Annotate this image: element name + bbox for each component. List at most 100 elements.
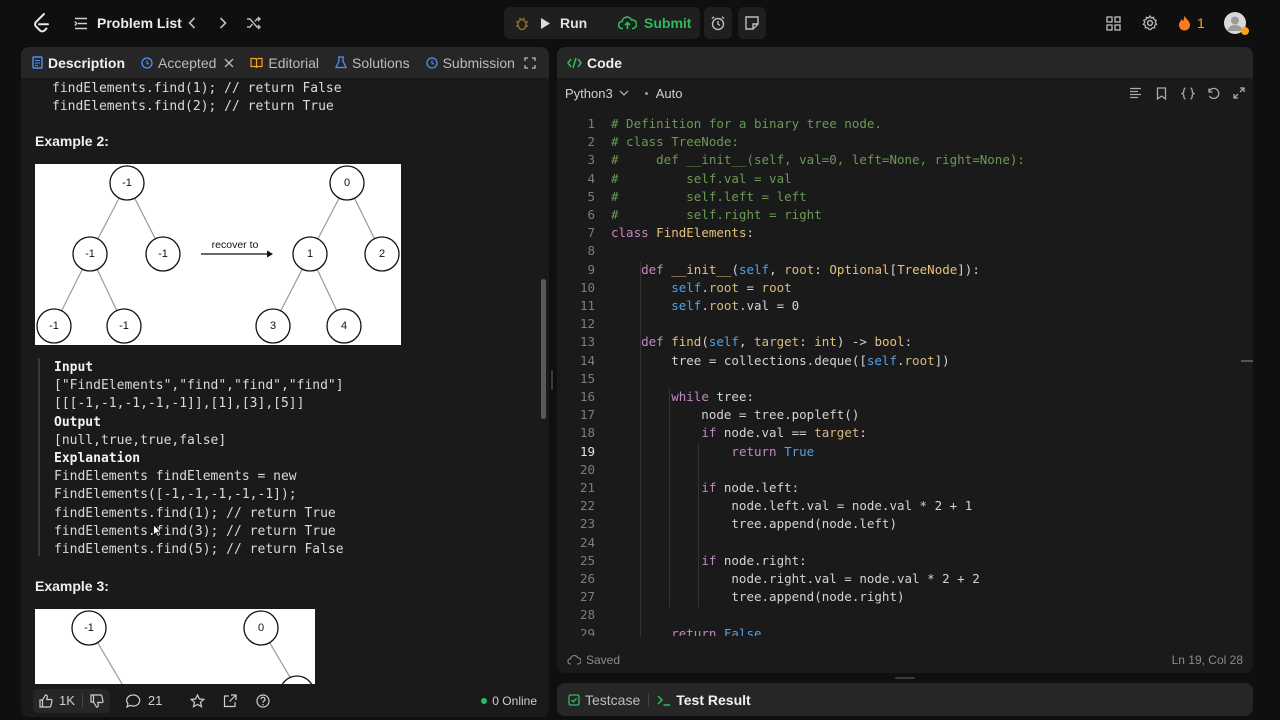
- random-problem-button[interactable]: [244, 0, 264, 46]
- thumbs-down-icon[interactable]: [90, 693, 104, 708]
- description-scrollbar[interactable]: [541, 279, 546, 419]
- tab-description[interactable]: Description: [32, 47, 125, 78]
- code-editor[interactable]: 1 # Definition for a binary tree node. 2 # …: [557, 116, 1237, 636]
- tab-code[interactable]: Code: [567, 47, 622, 78]
- line-number: 12: [579, 316, 595, 332]
- tab-description-label: Description: [48, 54, 126, 71]
- help-icon[interactable]: [256, 693, 270, 708]
- code-line[interactable]: 26 node.right.val = node.val * 2 + 2: [557, 571, 1237, 589]
- code-line[interactable]: 20: [557, 462, 1237, 480]
- notification-dot: [1241, 27, 1249, 35]
- settings-button[interactable]: [1141, 0, 1159, 46]
- description-footer: 1K 21 0 Online: [21, 684, 549, 717]
- tab-accepted[interactable]: Accepted: [141, 47, 234, 78]
- code-line[interactable]: 27 tree.append(node.right): [557, 589, 1237, 607]
- debug-icon[interactable]: [504, 16, 540, 31]
- code-line[interactable]: 4 # self.val = val: [557, 171, 1237, 189]
- code-line[interactable]: 12: [557, 316, 1237, 334]
- autocomplete-mode[interactable]: Auto: [656, 86, 683, 101]
- close-tab-icon[interactable]: [224, 58, 234, 68]
- submit-button[interactable]: Submit: [608, 15, 691, 31]
- code-line[interactable]: 17 node = tree.popleft(): [557, 407, 1237, 425]
- code-line[interactable]: 18 if node.val == target:: [557, 425, 1237, 443]
- code-line[interactable]: 22 node.left.val = node.val * 2 + 1: [557, 498, 1237, 516]
- code-line[interactable]: 21 if node.left:: [557, 480, 1237, 498]
- code-line[interactable]: 24: [557, 535, 1237, 553]
- like-button[interactable]: 1K: [33, 688, 110, 713]
- layout-button[interactable]: [1104, 0, 1122, 46]
- format-icon[interactable]: [1129, 87, 1142, 99]
- run-button[interactable]: Run: [540, 15, 608, 31]
- tab-editorial[interactable]: Editorial: [250, 47, 319, 78]
- fullscreen-icon[interactable]: [1233, 87, 1245, 99]
- input-line: [[[-1,-1,-1,-1,-1]],[1],[3],[5]]: [54, 396, 305, 411]
- line-number: 23: [579, 516, 595, 532]
- line-number: 7: [587, 225, 595, 241]
- comments-button[interactable]: 21: [125, 693, 162, 708]
- line-number: 17: [579, 407, 595, 423]
- code-line[interactable]: 14 tree = collections.deque([self.root]): [557, 353, 1237, 371]
- tab-test-result-label: Test Result: [676, 691, 751, 708]
- code-line[interactable]: 10 self.root = root: [557, 280, 1237, 298]
- tab-submission[interactable]: Submission: [425, 47, 515, 78]
- cloud-check-icon: [567, 655, 581, 665]
- line-number: 15: [579, 370, 595, 386]
- leetcode-logo-icon[interactable]: [30, 0, 52, 46]
- next-problem-button[interactable]: [215, 0, 231, 46]
- notes-button[interactable]: [738, 7, 766, 39]
- prev-problem-button[interactable]: [184, 0, 200, 46]
- code-line[interactable]: 1 # Definition for a binary tree node.: [557, 116, 1237, 134]
- online-dot: [481, 697, 488, 704]
- code-line[interactable]: 13 def find(self, target: int) -> bool:: [557, 334, 1237, 352]
- tree-node: 2: [379, 248, 385, 260]
- tab-test-result[interactable]: Test Result: [657, 683, 751, 716]
- code-line[interactable]: 15: [557, 371, 1237, 389]
- language-select[interactable]: Python3: [565, 86, 629, 101]
- braces-icon[interactable]: [1181, 86, 1195, 100]
- line-number: 29: [579, 625, 595, 636]
- code-text: node.left.val = node.val * 2 + 1: [611, 498, 973, 514]
- reset-icon[interactable]: [1207, 87, 1220, 100]
- code-toolbar: Python3 Auto: [557, 78, 1253, 108]
- code-line[interactable]: 19 return True: [557, 444, 1237, 462]
- code-line[interactable]: 23 tree.append(node.left): [557, 516, 1237, 534]
- star-icon[interactable]: [190, 693, 206, 708]
- code-line[interactable]: 2 # class TreeNode:: [557, 134, 1237, 152]
- code-tab-bar: Code: [557, 47, 1253, 78]
- timer-button[interactable]: [704, 7, 732, 39]
- code-line[interactable]: 9 def __init__(self, root: Optional[Tree…: [557, 262, 1237, 280]
- code-line[interactable]: 25 if node.right:: [557, 553, 1237, 571]
- vertical-resize-handle[interactable]: [551, 370, 553, 390]
- maximize-icon[interactable]: [524, 56, 536, 69]
- bookmark-icon[interactable]: [1156, 86, 1167, 100]
- tab-testcase[interactable]: Testcase: [568, 683, 640, 716]
- line-number: 6: [587, 207, 595, 222]
- line-number: 4: [587, 170, 595, 186]
- panel-resize-handle[interactable]: [895, 677, 915, 679]
- book-icon: [250, 57, 263, 69]
- share-icon[interactable]: [223, 693, 237, 708]
- tree-node: 4: [341, 320, 347, 332]
- code-line[interactable]: 16 while tree:: [557, 389, 1237, 407]
- code-line[interactable]: 6 # self.right = right: [557, 207, 1237, 225]
- tab-solutions[interactable]: Solutions: [334, 47, 410, 78]
- avatar[interactable]: [1224, 0, 1249, 46]
- code-line[interactable]: 5 # self.left = left: [557, 189, 1237, 207]
- alarm-clock-icon: [710, 15, 726, 31]
- code-line[interactable]: 7 class FindElements:: [557, 225, 1237, 243]
- code-line[interactable]: 3 # def __init__(self, val=0, left=None, …: [557, 152, 1237, 170]
- code-text: return False: [671, 625, 762, 636]
- code-line[interactable]: 28: [557, 607, 1237, 625]
- line-number: 9: [587, 261, 595, 277]
- chevron-right-icon: [219, 17, 227, 29]
- run-label: Run: [560, 15, 588, 31]
- streak-counter[interactable]: 1: [1178, 0, 1205, 46]
- code-text: # Definition for a binary tree node.: [611, 116, 882, 131]
- terminal-icon: [657, 694, 671, 706]
- line-number: 22: [579, 498, 595, 514]
- code-line[interactable]: 8: [557, 243, 1237, 261]
- problem-list-button[interactable]: Problem List: [74, 0, 182, 46]
- code-line[interactable]: 29 return False: [557, 626, 1237, 636]
- code-line[interactable]: 11 self.root.val = 0: [557, 298, 1237, 316]
- code-text: self.root = root: [671, 279, 792, 295]
